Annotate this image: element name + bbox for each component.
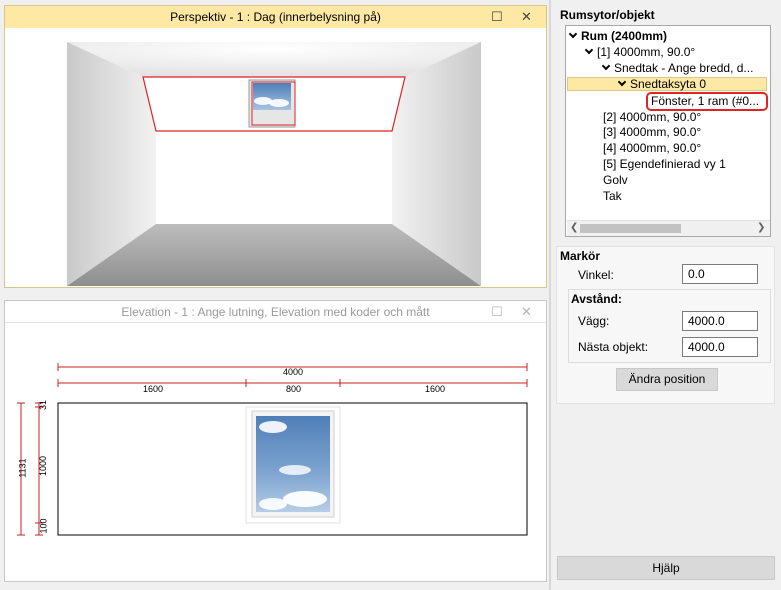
- dim-height-total: 1131: [17, 458, 28, 478]
- tree-item-snedtaksyta[interactable]: Snedtaksyta 0: [617, 77, 706, 92]
- tree-horizontal-scrollbar[interactable]: ❮ ❯: [567, 220, 770, 236]
- vinkel-label: Vinkel:: [578, 268, 614, 282]
- dim-height-top: 31: [38, 399, 49, 411]
- tree-item-fonster[interactable]: Fönster, 1 ram (#0...: [651, 94, 759, 109]
- tree-item-wall-2[interactable]: [2] 4000mm, 90.0°: [603, 110, 701, 125]
- tree-item-snedtak[interactable]: Snedtak - Ange bredd, d...: [601, 61, 753, 76]
- tree-item-wall-4[interactable]: [4] 4000mm, 90.0°: [603, 141, 701, 156]
- nasta-objekt-input[interactable]: 4000.0: [682, 337, 758, 357]
- vagg-label: Vägg:: [578, 314, 610, 328]
- rumsytor-title: Rumsytor/objekt: [560, 8, 655, 22]
- tree-item-tak[interactable]: Tak: [603, 189, 622, 204]
- vertical-splitter[interactable]: [549, 0, 551, 590]
- elevation-titlebar[interactable]: Elevation - 1 : Ange lutning, Elevation …: [5, 301, 546, 323]
- elevation-title: Elevation - 1 : Ange lutning, Elevation …: [121, 304, 430, 319]
- maximize-icon[interactable]: ☐: [491, 304, 503, 320]
- markor-title: Markör: [560, 249, 601, 263]
- chevron-down-icon[interactable]: [568, 29, 578, 39]
- dim-total-width: 4000: [283, 367, 304, 377]
- close-icon[interactable]: ✕: [521, 304, 532, 320]
- vagg-input[interactable]: 4000.0: [682, 311, 758, 331]
- dim-seg-mid: 800: [286, 384, 302, 394]
- avstand-title: Avstånd:: [571, 292, 622, 306]
- andra-position-button[interactable]: Ändra position: [616, 368, 718, 391]
- dim-seg-left: 1600: [143, 384, 164, 394]
- scroll-left-icon[interactable]: ❮: [570, 222, 578, 233]
- tree-item-wall-3[interactable]: [3] 4000mm, 90.0°: [603, 125, 701, 140]
- scroll-thumb[interactable]: [580, 224, 681, 233]
- perspective-title: Perspektiv - 1 : Dag (innerbelysning på): [170, 10, 381, 24]
- chevron-down-icon[interactable]: [584, 45, 594, 55]
- tree-item-custom-view[interactable]: [5] Egendefinierad vy 1: [603, 157, 726, 172]
- nasta-objekt-label: Nästa objekt:: [578, 340, 649, 354]
- perspective-titlebar[interactable]: Perspektiv - 1 : Dag (innerbelysning på)…: [5, 6, 546, 28]
- room-tree[interactable]: Rum (2400mm) [1] 4000mm, 90.0° Snedtak -…: [565, 25, 771, 237]
- chevron-down-icon[interactable]: [601, 61, 611, 71]
- tree-item-golv[interactable]: Golv: [603, 173, 628, 188]
- dim-seg-right: 1600: [425, 384, 446, 394]
- vinkel-input[interactable]: 0.0: [682, 264, 758, 284]
- elevation-viewport[interactable]: 4000 1600 800 1600 1131 31 1000 100: [5, 323, 546, 581]
- dim-height-bottom: 100: [38, 518, 49, 534]
- close-icon[interactable]: ✕: [521, 9, 532, 25]
- window-elevation[interactable]: [245, 406, 341, 524]
- scroll-right-icon[interactable]: ❯: [757, 222, 765, 233]
- elevation-window: Elevation - 1 : Ange lutning, Elevation …: [4, 300, 547, 582]
- maximize-icon[interactable]: ☐: [491, 9, 503, 25]
- tree-item-wall-1[interactable]: [1] 4000mm, 90.0°: [584, 45, 695, 60]
- dim-height-mid: 1000: [38, 455, 49, 477]
- chevron-down-icon[interactable]: [617, 77, 627, 87]
- perspective-viewport[interactable]: [5, 28, 546, 287]
- tree-item-rum[interactable]: Rum (2400mm): [568, 29, 667, 44]
- perspective-window: Perspektiv - 1 : Dag (innerbelysning på)…: [4, 5, 547, 288]
- help-button[interactable]: Hjälp: [557, 556, 775, 580]
- roof-window[interactable]: [248, 79, 296, 128]
